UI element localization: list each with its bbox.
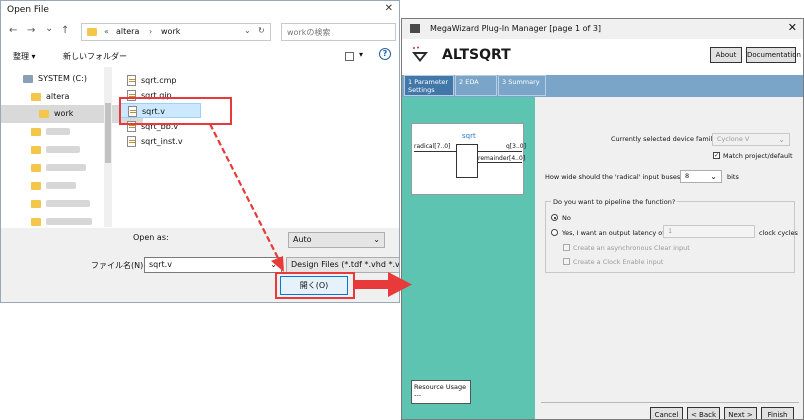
dashed-arrow-head	[271, 256, 284, 272]
dashed-arrow-line	[209, 123, 281, 263]
solid-arrow-head	[388, 272, 412, 297]
annotation-overlay	[209, 123, 412, 297]
solid-arrow-shaft	[354, 280, 390, 289]
